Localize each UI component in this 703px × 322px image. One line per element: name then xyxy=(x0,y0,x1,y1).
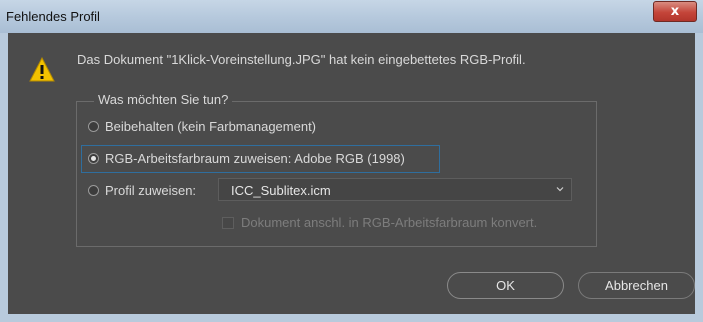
option-assign-profile-label: Profil zuweisen: xyxy=(105,183,197,198)
convert-checkbox xyxy=(222,216,234,229)
convert-option: Dokument anschl. in RGB-Arbeitsfarbraum … xyxy=(222,215,537,230)
ok-button[interactable]: OK xyxy=(447,272,564,299)
radio-assign-working[interactable] xyxy=(88,153,99,164)
window-frame-left xyxy=(0,33,8,322)
message-text: Das Dokument "1Klick-Voreinstellung.JPG"… xyxy=(77,52,526,67)
window-frame-right xyxy=(695,33,703,322)
dialog-title: Fehlendes Profil xyxy=(6,9,100,24)
chevron-down-icon xyxy=(556,187,564,192)
option-keep-label: Beibehalten (kein Farbmanagement) xyxy=(105,119,317,134)
warning-icon xyxy=(29,57,55,82)
option-assign-working[interactable]: RGB-Arbeitsfarbraum zuweisen: Adobe RGB … xyxy=(88,151,405,166)
cancel-button[interactable]: Abbrechen xyxy=(578,272,695,299)
convert-checkbox-label: Dokument anschl. in RGB-Arbeitsfarbraum … xyxy=(241,215,538,230)
profile-select-value: ICC_Sublitex.icm xyxy=(231,183,331,198)
option-assign-working-label: RGB-Arbeitsfarbraum zuweisen: Adobe RGB … xyxy=(105,151,405,166)
group-legend: Was möchten Sie tun? xyxy=(94,92,233,107)
close-icon: x xyxy=(670,4,680,19)
close-button[interactable]: x xyxy=(653,1,697,22)
radio-keep[interactable] xyxy=(88,121,99,132)
title-bar[interactable]: Fehlendes Profil x xyxy=(0,0,703,33)
window-frame-bottom xyxy=(0,314,703,322)
radio-assign-profile[interactable] xyxy=(88,185,99,196)
profile-select[interactable]: ICC_Sublitex.icm xyxy=(218,178,572,201)
option-assign-profile[interactable]: Profil zuweisen: xyxy=(88,183,196,198)
dialog-window: Fehlendes Profil x Das Dokument "1Klick-… xyxy=(0,0,703,322)
option-keep[interactable]: Beibehalten (kein Farbmanagement) xyxy=(88,119,316,134)
